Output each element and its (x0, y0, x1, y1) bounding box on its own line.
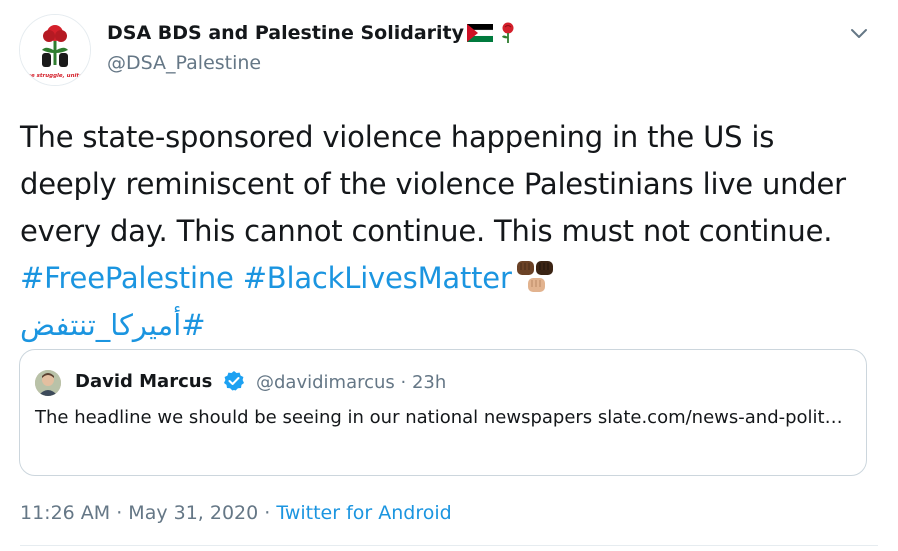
quoted-author-avatar (35, 370, 61, 396)
verified-badge-icon (224, 371, 244, 391)
author-handle[interactable]: @DSA_Palestine (107, 52, 261, 74)
quoted-tweet-text: The headline we should be seeing in our … (35, 407, 843, 428)
tweet-timestamp[interactable]: 11:26 AM · May 31, 2020 · (20, 502, 276, 524)
tweet-body: The state-sponsored violence happening i… (20, 120, 846, 248)
rose-icon (502, 22, 514, 43)
hashtag-blacklivesmatter[interactable]: #BlackLivesMatter (243, 261, 512, 295)
hashtag-arabic[interactable]: #أميركا_تنتفض (20, 302, 232, 349)
quoted-author-handle-time: @davidimarcus · 23h (256, 372, 447, 393)
tweet-text: The state-sponsored violence happening i… (20, 114, 870, 349)
raised-fists-icon (516, 261, 553, 292)
person-avatar-icon (35, 370, 61, 396)
tweet-metadata: 11:26 AM · May 31, 2020 · Twitter for An… (20, 502, 452, 524)
divider (20, 545, 878, 546)
author-display-name[interactable]: DSA BDS and Palestine Solidarity (107, 22, 464, 44)
avatar-caption: one struggle, united (23, 73, 86, 79)
quoted-author-name: David Marcus (75, 371, 213, 392)
author-avatar[interactable]: one struggle, united (19, 14, 91, 86)
palestine-flag-icon (467, 24, 493, 42)
chevron-down-icon[interactable] (848, 22, 870, 44)
author-name[interactable]: DSA BDS and Palestine Solidarity (107, 22, 517, 44)
rose-fist-logo-icon: one struggle, united (20, 15, 90, 85)
tweet-source-link[interactable]: Twitter for Android (276, 502, 451, 524)
quoted-tweet[interactable]: David Marcus @davidimarcus · 23h The hea… (19, 349, 867, 476)
hashtag-freepalestine[interactable]: #FreePalestine (20, 261, 234, 295)
